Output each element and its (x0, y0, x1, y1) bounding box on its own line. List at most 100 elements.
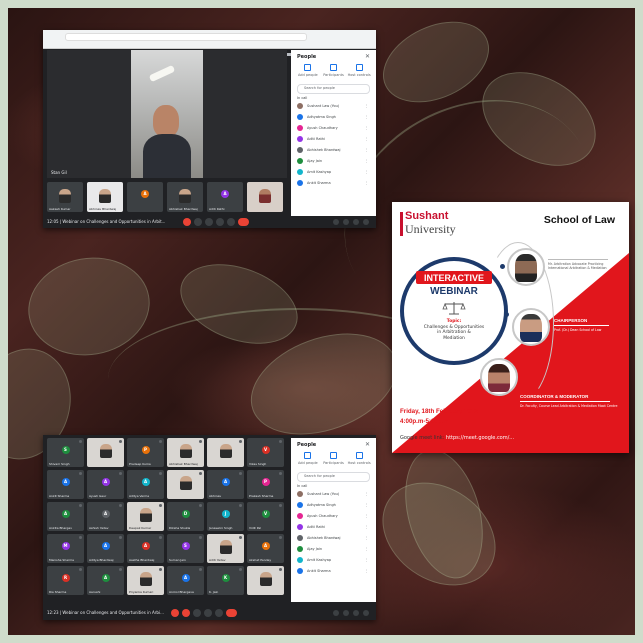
participant-video (179, 444, 192, 459)
camera-button[interactable] (194, 218, 202, 226)
tab-host-controls[interactable]: Host controls (347, 64, 371, 80)
people-icon[interactable] (343, 219, 349, 225)
participant-tile[interactable] (247, 566, 284, 595)
meeting-title: 12:23 | Webinar on Challenges and Opport… (47, 610, 164, 615)
captions-button[interactable] (193, 609, 201, 617)
tab-participants[interactable]: Participants (321, 452, 345, 468)
activities-icon[interactable] (363, 610, 369, 616)
participant-tile[interactable]: K K. Jain (207, 566, 244, 595)
mic-button[interactable] (171, 609, 179, 617)
more-options-button[interactable] (227, 218, 235, 226)
participant-row[interactable]: Ankit Sharma ⋮ (297, 179, 370, 188)
address-bar[interactable] (65, 33, 307, 41)
participant-tile[interactable]: A Aditya Verma (127, 470, 164, 499)
participant-tile[interactable]: A Abhinav (207, 470, 244, 499)
participant-tile[interactable]: A Aarushi (87, 566, 124, 595)
participant-avatar: S (181, 541, 190, 550)
participant-tile[interactable] (87, 438, 124, 467)
participant-tile[interactable]: A (127, 182, 163, 212)
participant-tile[interactable]: A Aditya Bhardwaj (87, 534, 124, 563)
participant-tile[interactable] (167, 470, 204, 499)
participant-tile[interactable]: V Vidit Pal (247, 502, 284, 531)
event-time: 4:00p.m-5:00p.m (400, 418, 449, 425)
participant-row[interactable]: Abhishek Bhardwaj ⋮ (297, 146, 370, 155)
participant-row[interactable]: Adhyatma Singh ⋮ (297, 501, 370, 510)
tab-add-people[interactable]: Add people (296, 64, 320, 80)
participant-row[interactable]: Sushant Law (You) ⋮ (297, 490, 370, 499)
participant-tile[interactable]: A Ankit Sharma (47, 470, 84, 499)
participant-row[interactable]: Aditi Rathi ⋮ (297, 523, 370, 532)
info-icon[interactable] (333, 219, 339, 225)
guest-speaker-desc: Mr. Arbitration Advocate Practicing Inte… (548, 262, 607, 270)
participant-row[interactable]: Amit Kashyap ⋮ (297, 168, 370, 177)
participant-tile[interactable]: A Aastha Bhardwaj (127, 534, 164, 563)
camera-button[interactable] (182, 609, 190, 617)
participant-row[interactable]: Aditi Rathi ⋮ (297, 135, 370, 144)
participant-tile[interactable]: M Manisha Sharma (47, 534, 84, 563)
participant-tile[interactable]: Aakash Kumar (47, 182, 83, 212)
people-icon[interactable] (343, 610, 349, 616)
participant-row[interactable]: Adhyatma Singh ⋮ (297, 113, 370, 122)
participant-tile[interactable]: Abhinav Bhardwaj (87, 182, 123, 212)
end-call-button[interactable] (238, 218, 249, 226)
present-button[interactable] (204, 609, 212, 617)
participant-video (139, 508, 152, 523)
participant-avatar: R (61, 573, 70, 582)
participant-tile[interactable]: P Pradeep Kuma (127, 438, 164, 467)
close-icon[interactable]: ✕ (365, 441, 370, 448)
mic-off-icon (279, 504, 282, 507)
chat-icon[interactable] (353, 610, 359, 616)
participant-tile[interactable]: S Suman Jain (167, 534, 204, 563)
mic-off-icon (279, 536, 282, 539)
participant-tile[interactable]: Abhishek Bhardwaj (167, 182, 203, 212)
participant-tile[interactable]: A Aditi Rathi (207, 182, 243, 212)
mic-off-icon (79, 536, 82, 539)
close-icon[interactable]: ✕ (365, 53, 370, 60)
participant-tile[interactable]: D Diksha Shukla (167, 502, 204, 531)
participant-tile[interactable]: R Ria Sharma (47, 566, 84, 595)
mic-button[interactable] (183, 218, 191, 226)
participant-tile[interactable]: A Akshat Pandey (247, 534, 284, 563)
participant-row[interactable]: Sushant Law (You) ⋮ (297, 102, 370, 111)
participant-row[interactable]: Ajay Jain ⋮ (297, 545, 370, 554)
participant-row[interactable]: Amit Kashyap ⋮ (297, 556, 370, 565)
participant-row[interactable]: Ankit Sharma ⋮ (297, 567, 370, 576)
participant-row[interactable]: Ayush Chaudhary ⋮ (297, 124, 370, 133)
participant-tile[interactable]: Priyanka Kumari (127, 566, 164, 595)
participant-tile[interactable]: J Janaswini Singh (207, 502, 244, 531)
participant-tile[interactable]: V Vikas Singh (247, 438, 284, 467)
participant-tile[interactable]: A Ashish Yadav (87, 502, 124, 531)
participant-row[interactable]: Ajay Jain ⋮ (297, 157, 370, 166)
meet-screenshot-speaker-view: Stan Gil Aakash Kumar Abhinav Bhardwaj A… (43, 30, 376, 228)
participant-tile[interactable]: Deepak Kumar (127, 502, 164, 531)
participant-tile[interactable]: A Ankita Bhargav (47, 502, 84, 531)
participant-avatar: A (101, 477, 110, 486)
meet-link[interactable]: https://meet.google.com/... (446, 435, 514, 441)
participant-tile[interactable] (207, 438, 244, 467)
chat-icon[interactable] (353, 219, 359, 225)
info-icon[interactable] (333, 610, 339, 616)
mic-off-icon (79, 504, 82, 507)
more-options-button[interactable] (215, 609, 223, 617)
participant-tile[interactable]: A Ayush Gaur (87, 470, 124, 499)
participant-tile[interactable]: S Shivam Singh (47, 438, 84, 467)
captions-button[interactable] (205, 218, 213, 226)
participant-row[interactable]: Ayush Chaudhary ⋮ (297, 512, 370, 521)
tab-participants[interactable]: Participants (321, 64, 345, 80)
end-call-button[interactable] (226, 609, 237, 617)
webinar-flyer: Sushant University School of Law INTERAC… (392, 202, 629, 453)
search-people-input[interactable]: Search for people (297, 472, 370, 482)
participant-name: Prakash Sharma (249, 494, 274, 498)
activities-icon[interactable] (363, 219, 369, 225)
participant-tile[interactable] (247, 182, 283, 212)
tab-host-controls[interactable]: Host controls (347, 452, 371, 468)
participant-tile[interactable]: Abhishek Bhardwaj (167, 438, 204, 467)
call-controls-bar: 12:05 | Webinar on Challenges and Opport… (43, 216, 376, 228)
tab-add-people[interactable]: Add people (296, 452, 320, 468)
participant-tile[interactable]: Aditi Yadav (207, 534, 244, 563)
participant-row[interactable]: Abhishek Bhardwaj ⋮ (297, 534, 370, 543)
present-button[interactable] (216, 218, 224, 226)
participant-tile[interactable]: A Anmol Bhargava (167, 566, 204, 595)
participant-tile[interactable]: P Prakash Sharma (247, 470, 284, 499)
search-people-input[interactable]: Search for people (297, 84, 370, 94)
